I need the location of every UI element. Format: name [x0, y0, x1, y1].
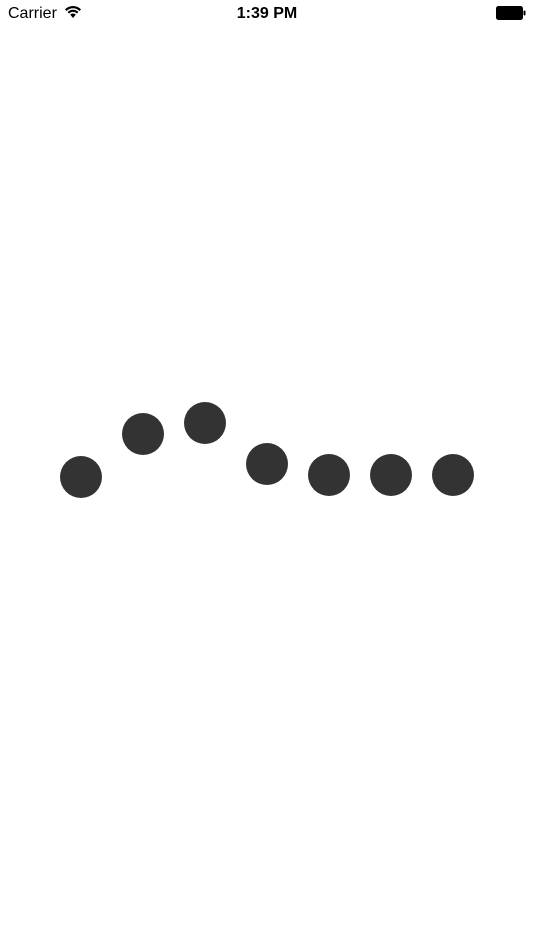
loader-dot	[432, 454, 474, 496]
loader-dot	[370, 454, 412, 496]
loader-dot	[246, 443, 288, 485]
loading-indicator	[0, 0, 534, 950]
loader-dot	[308, 454, 350, 496]
loader-dot	[60, 456, 102, 498]
loader-dot	[122, 413, 164, 455]
loader-dot	[184, 402, 226, 444]
app-screen: Carrier 1:39 PM	[0, 0, 534, 950]
